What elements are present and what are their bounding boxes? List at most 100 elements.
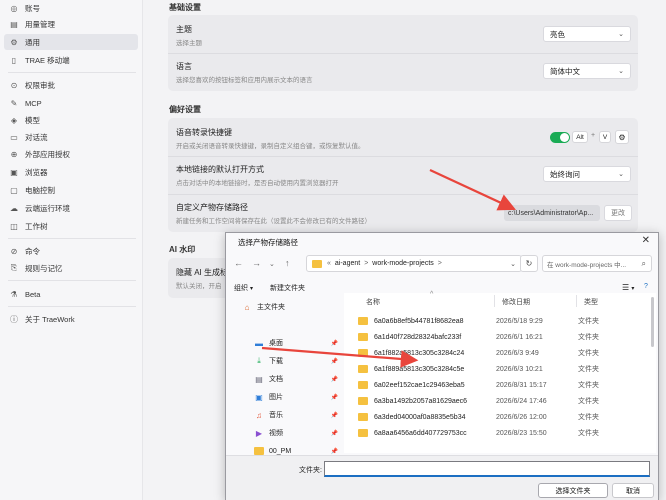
folder-search-input[interactable]: 在 work-mode-projects 中... ⌕: [542, 255, 652, 272]
column-header-type[interactable]: 类型: [584, 297, 598, 307]
file-date: 2026/5/18 9:29: [496, 317, 543, 325]
sidebar-item-browser[interactable]: ▣ 浏览器: [4, 164, 138, 180]
view-menu[interactable]: ☰ ▾: [622, 283, 634, 292]
file-type: 文件夹: [578, 334, 599, 341]
sidebar-item-about[interactable]: ⓘ 关于 TraeWork: [4, 311, 138, 327]
usage-icon: ▤: [10, 19, 18, 29]
chevron-down-icon: ⌄: [618, 31, 624, 38]
pin-icon[interactable]: 📌: [331, 358, 338, 365]
link-open-select[interactable]: 始终询问 ⌄: [543, 166, 631, 182]
sidebar-item-rules[interactable]: ⎘ 规则与记忆: [4, 260, 138, 276]
list-item[interactable]: 6a1f889a5813c305c3284c5e 2026/6/3 10:21 文件…: [358, 361, 648, 377]
pin-icon[interactable]: 📌: [331, 448, 338, 455]
list-item[interactable]: 6a8aa6456a6dd407729753cc 2026/8/23 15:50 文…: [358, 425, 648, 441]
forward-arrow-icon[interactable]: →: [252, 258, 261, 268]
new-folder-button[interactable]: 新建文件夹: [270, 283, 305, 293]
shortcut-key-v[interactable]: V: [599, 131, 611, 143]
settings-sidebar: ◎ 账号 ▤ 用量管理 ⚙ 通用 ▯ TRAE 移动端 ⊙ 权限审批 ✎ MCP ◈ 模型 ▭…: [0, 0, 143, 500]
pin-icon[interactable]: 📌: [331, 340, 338, 347]
chevron-down-icon: ▾: [631, 286, 635, 292]
breadcrumb-separator: >: [364, 260, 369, 267]
file-list: ^ 名称 修改日期 类型 6a0a6b8ef5b44781f8682ea8 202…: [344, 291, 656, 453]
organize-menu[interactable]: 组织 ▾: [234, 283, 253, 293]
tree-item-videos[interactable]: ▶ 视频 📌: [238, 425, 346, 441]
breadcrumb-item[interactable]: ai-agent: [335, 260, 360, 267]
tree-item-documents[interactable]: ▤ 文档 📌: [238, 371, 346, 387]
list-item[interactable]: 6a1f882a5813c305c3284c24 2026/6/3 9:49 文件夹: [358, 345, 648, 361]
pin-icon[interactable]: 📌: [331, 394, 338, 401]
theme-select[interactable]: 亮色 ⌄: [543, 26, 631, 42]
help-icon[interactable]: ?: [644, 283, 648, 290]
tree-item-home[interactable]: ⌂ 主文件夹: [238, 299, 346, 315]
sidebar-item-model[interactable]: ◈ 模型: [4, 112, 138, 128]
tree-item-label: 音乐: [269, 412, 283, 419]
chevron-down-icon[interactable]: ⌄: [510, 260, 516, 268]
sidebar-item-chat-flow[interactable]: ▭ 对话流: [4, 129, 138, 145]
file-name: 6a8aa6456a6dd407729753cc: [374, 429, 467, 437]
refresh-icon[interactable]: ↻: [520, 255, 538, 272]
file-date: 2026/6/3 10:21: [496, 365, 543, 373]
sidebar-item-computer-control[interactable]: ▢ 电脑控制: [4, 182, 138, 198]
tree-item-label: 视频: [269, 430, 283, 437]
column-divider: [494, 295, 495, 307]
folder-icon: [358, 365, 368, 373]
change-path-button[interactable]: 更改: [604, 205, 632, 221]
sidebar-item-label: MCP: [25, 98, 42, 108]
shortcut-key-alt[interactable]: Alt: [572, 131, 588, 143]
gear-icon: ⚙: [10, 37, 18, 47]
list-item[interactable]: 6a3ded04000af0a8835e5b34 2026/6/26 12:00 文…: [358, 409, 648, 425]
sort-up-icon: ^: [430, 291, 434, 298]
sidebar-item-command[interactable]: ⊘ 命令: [4, 243, 138, 259]
file-type: 文件夹: [578, 350, 599, 357]
home-icon: ⌂: [244, 302, 250, 312]
list-item[interactable]: 6a1d40f728d28324bafc233f 2026/6/1 16:21 文件…: [358, 329, 648, 345]
scrollbar[interactable]: [651, 297, 654, 347]
tree-item-music[interactable]: ♫ 音乐 📌: [238, 407, 346, 423]
setting-row-artifact-path: 自定义产物存储路径 新建任务和工作空间将保存在此（设置此不会修改已有的文件路径）…: [168, 194, 638, 232]
back-arrow-icon[interactable]: ←: [234, 258, 243, 268]
file-type: 文件夹: [578, 414, 599, 421]
select-value: 亮色: [550, 29, 565, 39]
folder-icon: [358, 317, 368, 325]
select-folder-button[interactable]: 选择文件夹: [538, 483, 608, 498]
folder-name-input[interactable]: [324, 461, 650, 477]
sidebar-item-permission[interactable]: ⊙ 权限审批: [4, 77, 138, 93]
sidebar-item-external-app[interactable]: ⊕ 外部应用授权: [4, 146, 138, 162]
breadcrumb-item[interactable]: work-mode-projects: [372, 260, 433, 267]
column-header-date[interactable]: 修改日期: [502, 297, 530, 307]
sidebar-item-worktree[interactable]: ◫ 工作树: [4, 218, 138, 234]
sidebar-item-mcp[interactable]: ✎ MCP: [4, 95, 138, 111]
sidebar-item-usage[interactable]: ▤ 用量管理: [4, 16, 138, 32]
tree-item-desktop[interactable]: ▬ 桌面 📌: [238, 335, 346, 351]
pin-icon[interactable]: 📌: [331, 376, 338, 383]
sidebar-item-account[interactable]: ◎ 账号: [4, 0, 138, 16]
column-header-name[interactable]: 名称: [366, 297, 380, 307]
chevron-down-icon[interactable]: ⌄: [269, 260, 275, 268]
sidebar-item-label: 外部应用授权: [25, 149, 70, 159]
sidebar-divider: [8, 238, 136, 239]
breadcrumb-overflow[interactable]: «: [327, 260, 331, 267]
tree-item-pictures[interactable]: ▣ 图片 📌: [238, 389, 346, 405]
language-select[interactable]: 简体中文 ⌄: [543, 63, 631, 79]
cancel-button[interactable]: 取消: [612, 483, 654, 498]
preference-settings-card: 语音转录快捷键 开启或关闭语音转录快捷键，录制自定义组合键，或恢复默认值。 Al…: [168, 118, 638, 232]
close-icon[interactable]: ✕: [642, 235, 650, 246]
tree-item-download[interactable]: ⤓ 下载 📌: [238, 353, 346, 369]
voice-toggle[interactable]: [550, 132, 570, 143]
pin-icon[interactable]: 📌: [331, 430, 338, 437]
up-arrow-icon[interactable]: ↑: [285, 258, 290, 268]
list-item[interactable]: 6a3ba1492b2057a81629aec6 2026/6/24 17:46 文…: [358, 393, 648, 409]
list-item[interactable]: 6a0a6b8ef5b44781f8682ea8 2026/5/18 9:29 文件…: [358, 313, 648, 329]
list-item[interactable]: 6a02eef152cae1c29463eba5 2026/8/31 15:17 文…: [358, 377, 648, 393]
address-bar[interactable]: « ai-agent > work-mode-projects > ⌄: [306, 255, 522, 272]
permission-icon: ⊙: [10, 80, 18, 90]
sidebar-item-beta[interactable]: ⚗ Beta: [4, 286, 138, 302]
sidebar-item-label: 账号: [25, 3, 40, 13]
sidebar-item-cloud[interactable]: ☁ 云端运行环境: [4, 200, 138, 216]
chevron-down-icon: ▾: [249, 286, 253, 292]
reset-shortcut-gear-icon[interactable]: ⚙: [615, 130, 629, 144]
sidebar-item-mobile[interactable]: ▯ TRAE 移动端: [4, 52, 138, 68]
pin-icon[interactable]: 📌: [331, 412, 338, 419]
setting-title: 自定义产物存储路径: [176, 203, 248, 212]
sidebar-item-general[interactable]: ⚙ 通用: [4, 34, 138, 50]
